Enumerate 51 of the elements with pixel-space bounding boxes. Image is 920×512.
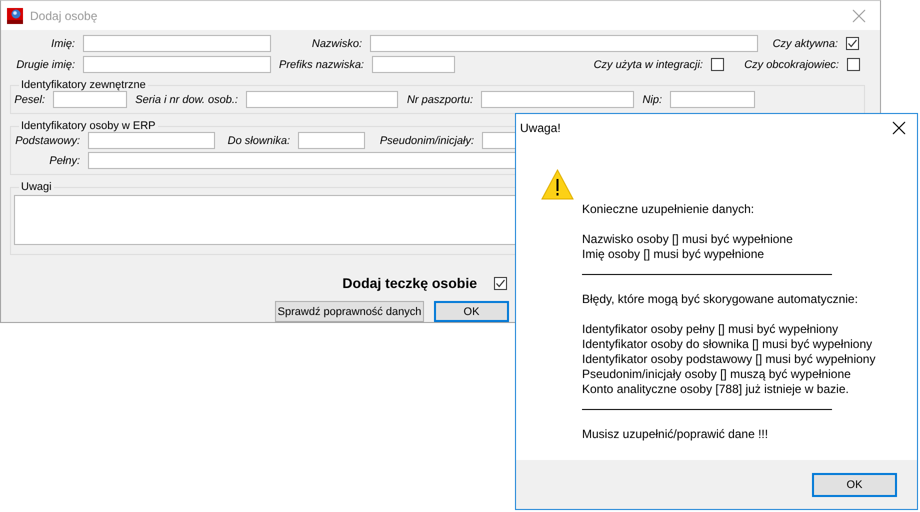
field-label: Do słownika: [228,134,290,146]
checkbox-label: Czy użyta w integracji: [594,58,703,70]
text-field[interactable] [372,56,455,73]
validate-button[interactable]: Sprawdź poprawność danych [275,301,424,322]
text-field[interactable] [83,56,271,73]
group-title: Identyfikatory zewnętrzne [20,79,147,91]
group-title: Identyfikatory osoby w ERP [20,120,157,132]
message-line: Nazwisko osoby [] musi być wypełnione [582,232,794,247]
message-line: Musisz uzupełnić/poprawić dane !!! [582,427,770,442]
message-line: Błędy, które mogą być skorygowane automatycznie: [582,292,859,307]
field-label: Nr paszportu: [406,94,473,106]
text-field[interactable] [83,35,271,52]
text-field[interactable] [53,91,127,108]
text-field[interactable] [298,132,365,149]
text-field[interactable] [481,91,634,108]
checkbox[interactable] [847,58,860,71]
checkbox[interactable] [846,37,859,50]
message-line: Identyfikator osoby pełny [] musi być wypełniony [582,322,840,337]
field-label: Nazwisko: [312,38,362,50]
checkbox[interactable] [711,58,724,71]
text-field[interactable] [370,35,758,52]
message-line: Konieczne uzupełnienie danych: [582,202,756,217]
message-line: Pseudonim/inicjały osoby [] muszą być wypełnione [582,367,852,382]
field-label: Pesel: [14,94,45,106]
field-label: Prefiks nazwiska: [279,58,364,70]
checkbox[interactable] [494,276,507,290]
ok-button[interactable]: OK [434,301,509,322]
text-field[interactable] [670,91,755,108]
warning-icon [541,169,574,200]
field-label: Pełny: [49,154,80,166]
window-title: Dodaj osobę [30,8,98,22]
text-field[interactable] [246,91,398,108]
text-field[interactable] [88,132,215,149]
app-icon [7,8,23,24]
group-title: Uwagi [20,181,53,193]
field-label: Drugie imię: [16,58,75,70]
dialog-title: Uwaga! [520,121,561,135]
field-label: Podstawowy: [15,134,80,146]
ok-button[interactable]: OK [812,472,897,496]
message-line: Konto analityczne osoby [788] już istnieje w bazie. [582,382,850,397]
field-label: Pseudonim/inicjały: [380,134,474,146]
checkbox-label: Czy obcokrajowiec: [744,58,839,70]
message-line: Identyfikator osoby podstawowy [] musi być wypełniony [582,352,876,367]
checkbox-label: Dodaj teczkę osobie [342,275,477,291]
message-line: Imię osoby [] musi być wypełnione [582,247,766,262]
message-line: Identyfikator osoby do słownika [] musi być wypełniony [582,337,874,352]
field-label: Nip: [642,94,662,106]
field-label: Imię: [51,38,75,50]
field-label: Seria i nr dow. osob.: [135,94,238,106]
close-icon[interactable] [892,121,906,135]
checkbox-label: Czy aktywna: [772,38,838,50]
